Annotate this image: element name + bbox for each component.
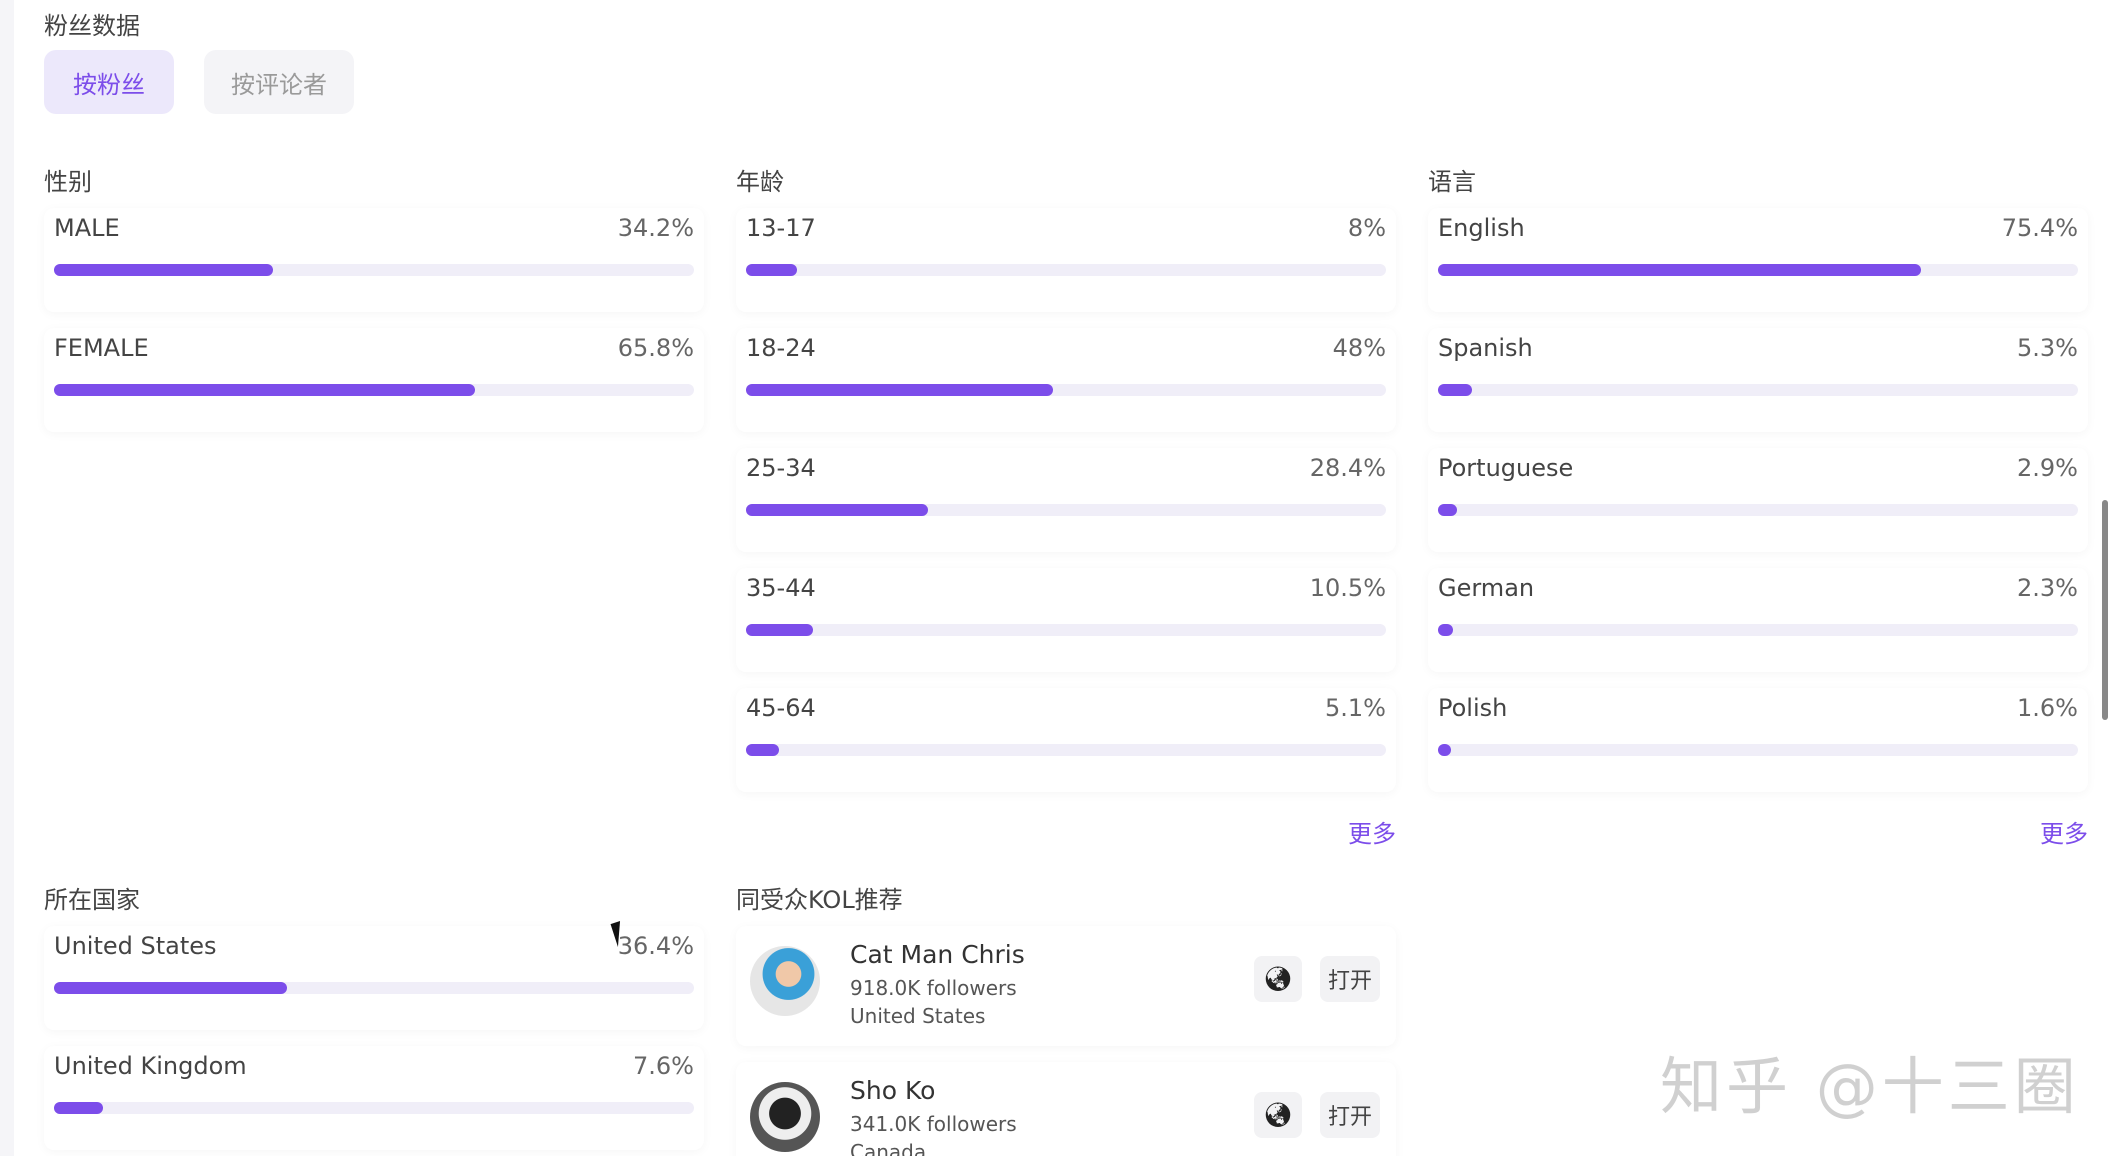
section-title-language: 语言 [1428, 168, 1476, 196]
progress-fill [746, 384, 1054, 396]
progress-fill [54, 384, 476, 396]
kol-card: Sho Ko 341.0K followers Canada 🌏︎ 打开 [736, 1062, 1396, 1156]
kol-name[interactable]: Sho Ko [850, 1076, 935, 1105]
stat-label: Spanish [1438, 334, 1533, 362]
stat-label: Portuguese [1438, 454, 1574, 482]
progress-fill [746, 504, 928, 516]
kol-followers: 341.0K followers [850, 1112, 1017, 1136]
stat-percent: 65.8% [617, 334, 694, 362]
progress-fill [746, 744, 779, 756]
stat-percent: 5.1% [1325, 694, 1386, 722]
age-row: 35-44 10.5% [736, 568, 1396, 672]
stat-label: FEMALE [54, 334, 149, 362]
age-row: 25-34 28.4% [736, 448, 1396, 552]
progress-fill [1438, 744, 1451, 756]
tab-by-commenters[interactable]: 按评论者 [204, 50, 354, 114]
stat-label: German [1438, 574, 1535, 602]
progress-fill [1438, 264, 1921, 276]
open-button[interactable]: 打开 [1320, 1092, 1380, 1138]
stat-percent: 48% [1332, 334, 1386, 362]
stat-percent: 1.6% [2017, 694, 2078, 722]
stat-percent: 34.2% [617, 214, 694, 242]
stat-percent: 36.4% [617, 932, 694, 960]
progress-track [1438, 384, 2078, 396]
progress-fill [746, 264, 798, 276]
kol-name[interactable]: Cat Man Chris [850, 940, 1025, 969]
progress-fill [746, 624, 814, 636]
progress-fill [1438, 384, 1472, 396]
stat-percent: 2.3% [2017, 574, 2078, 602]
globe-icon[interactable]: 🌏︎ [1254, 956, 1302, 1002]
age-row: 18-24 48% [736, 328, 1396, 432]
progress-fill [54, 982, 287, 994]
progress-track [54, 1102, 694, 1114]
progress-track [1438, 744, 2078, 756]
progress-fill [1438, 624, 1453, 636]
progress-fill [1438, 504, 1457, 516]
progress-track [54, 982, 694, 994]
stat-percent: 28.4% [1309, 454, 1386, 482]
progress-fill [54, 264, 273, 276]
kol-card: Cat Man Chris 918.0K followers United St… [736, 926, 1396, 1046]
progress-fill [54, 1102, 103, 1114]
gender-row: MALE 34.2% [44, 208, 704, 312]
avatar[interactable] [750, 946, 820, 1016]
language-more-link[interactable]: 更多 [2040, 814, 2088, 849]
country-row: United States 36.4% [44, 926, 704, 1030]
fan-data-panel: 粉丝数据 按粉丝 按评论者 性别 MALE 34.2% FEMALE 65.8%… [14, 0, 2108, 1156]
stat-percent: 8% [1347, 214, 1386, 242]
stat-percent: 10.5% [1309, 574, 1386, 602]
tab-by-fans[interactable]: 按粉丝 [44, 50, 174, 114]
kol-country: United States [850, 1004, 986, 1028]
stat-percent: 75.4% [2001, 214, 2078, 242]
language-row: German 2.3% [1428, 568, 2088, 672]
stat-label: Polish [1438, 694, 1508, 722]
watermark: 知乎 @十三圈 [1660, 1050, 2080, 1123]
page-title: 粉丝数据 [44, 12, 140, 40]
stat-percent: 2.9% [2017, 454, 2078, 482]
section-title-country: 所在国家 [44, 886, 140, 914]
country-row: United Kingdom 7.6% [44, 1046, 704, 1150]
gender-row: FEMALE 65.8% [44, 328, 704, 432]
progress-track [746, 744, 1386, 756]
stat-percent: 5.3% [2017, 334, 2078, 362]
stat-percent: 7.6% [633, 1052, 694, 1080]
age-more-link[interactable]: 更多 [1348, 814, 1396, 849]
age-row: 45-64 5.1% [736, 688, 1396, 792]
stat-label: 35-44 [746, 574, 816, 602]
avatar[interactable] [750, 1082, 820, 1152]
progress-track [746, 504, 1386, 516]
stat-label: 45-64 [746, 694, 816, 722]
language-row: Polish 1.6% [1428, 688, 2088, 792]
stat-label: United Kingdom [54, 1052, 247, 1080]
stat-label: 13-17 [746, 214, 816, 242]
open-button[interactable]: 打开 [1320, 956, 1380, 1002]
stat-label: 25-34 [746, 454, 816, 482]
section-title-kol: 同受众KOL推荐 [736, 886, 903, 914]
progress-track [54, 384, 694, 396]
section-title-age: 年龄 [736, 168, 784, 196]
progress-track [746, 384, 1386, 396]
progress-track [746, 624, 1386, 636]
stat-label: 18-24 [746, 334, 816, 362]
progress-track [1438, 504, 2078, 516]
age-row: 13-17 8% [736, 208, 1396, 312]
progress-track [54, 264, 694, 276]
language-row: English 75.4% [1428, 208, 2088, 312]
progress-track [1438, 624, 2078, 636]
kol-country: Canada [850, 1140, 927, 1156]
stat-label: English [1438, 214, 1525, 242]
language-row: Portuguese 2.9% [1428, 448, 2088, 552]
stat-label: MALE [54, 214, 120, 242]
progress-track [1438, 264, 2078, 276]
section-title-gender: 性别 [44, 168, 92, 196]
progress-track [746, 264, 1386, 276]
stat-label: United States [54, 932, 217, 960]
kol-followers: 918.0K followers [850, 976, 1017, 1000]
scrollbar[interactable] [2102, 500, 2108, 720]
globe-icon[interactable]: 🌏︎ [1254, 1092, 1302, 1138]
language-row: Spanish 5.3% [1428, 328, 2088, 432]
